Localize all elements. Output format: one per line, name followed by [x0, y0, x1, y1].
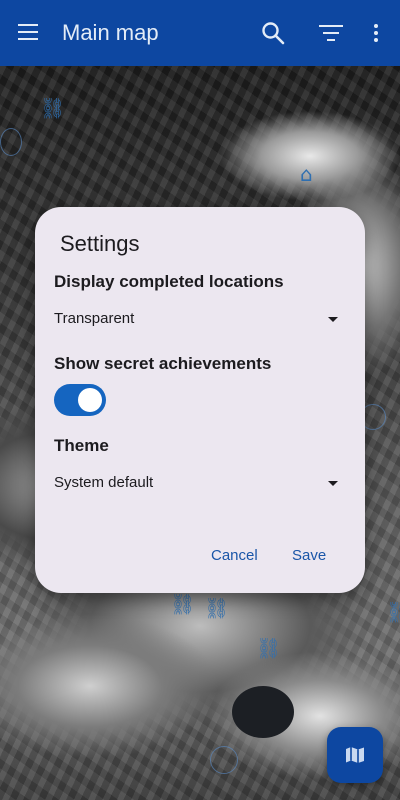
location-ring[interactable]: [0, 128, 22, 156]
location-marker[interactable]: ⛓: [204, 598, 229, 618]
more-vert-icon[interactable]: [374, 24, 380, 42]
map-fab-button[interactable]: [327, 727, 383, 783]
location-marker[interactable]: ⛓: [256, 638, 281, 658]
app-bar: Main map: [0, 0, 400, 66]
dialog-title: Settings: [60, 231, 140, 256]
cancel-button[interactable]: Cancel: [211, 547, 258, 564]
secret-achievements-toggle[interactable]: [54, 384, 106, 416]
completed-locations-value: Transparent: [54, 310, 135, 327]
settings-dialog: Settings Display completed locations Tra…: [35, 207, 365, 593]
menu-icon[interactable]: [18, 24, 38, 40]
save-button[interactable]: Save: [292, 547, 326, 564]
secret-achievements-label: Show secret achievements: [54, 354, 272, 373]
theme-value: System default: [54, 474, 154, 491]
location-marker[interactable]: ⌂: [300, 164, 313, 184]
dropdown-arrow-icon: [328, 317, 338, 322]
location-marker[interactable]: ⛓: [170, 594, 195, 614]
location-ring[interactable]: [210, 746, 238, 774]
location-marker[interactable]: ⛓: [40, 98, 65, 118]
toggle-knob: [78, 388, 102, 412]
theme-label: Theme: [54, 436, 109, 455]
completed-locations-label: Display completed locations: [54, 272, 284, 291]
search-icon[interactable]: [261, 21, 285, 45]
filter-icon[interactable]: [319, 25, 343, 43]
page-title: Main map: [62, 20, 159, 45]
theme-dropdown[interactable]: System default: [54, 474, 338, 498]
location-marker[interactable]: ⛓: [386, 602, 400, 622]
map-icon: [346, 747, 364, 763]
dropdown-arrow-icon: [328, 481, 338, 486]
completed-locations-dropdown[interactable]: Transparent: [54, 310, 338, 334]
map-region: [232, 686, 294, 738]
